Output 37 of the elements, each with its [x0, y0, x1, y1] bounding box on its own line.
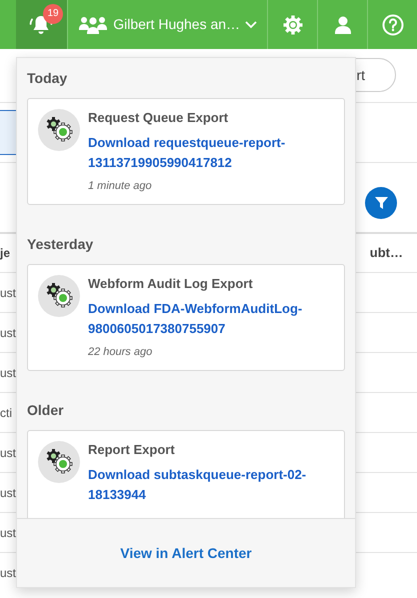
table-cell-text: ust [0, 324, 16, 342]
download-link[interactable]: Download requestqueue-report-13113719905990417812 [88, 133, 336, 173]
alert-center-link[interactable]: View in Alert Center [120, 542, 252, 564]
table-cell-text: ust [0, 564, 16, 582]
notification-card[interactable]: Webform Audit Log Export Download FDA-WebformAuditLog-9800605017380755907 22 hours ago [27, 264, 345, 371]
people-icon [78, 14, 108, 34]
gears-icon [38, 441, 80, 483]
table-cell-text: ust [0, 364, 16, 382]
table-cell-text: ust [0, 284, 16, 302]
notification-time: 22 hours ago [88, 345, 154, 360]
table-cell-text: ust [0, 524, 16, 542]
notification-time: 1 minute ago [88, 179, 153, 194]
chevron-down-icon [245, 20, 258, 28]
settings-icon [282, 14, 303, 34]
user-icon [334, 16, 351, 34]
column-header: je [0, 245, 10, 262]
notification-title: Webform Audit Log Export [88, 275, 254, 293]
notification-card[interactable]: Request Queue Export Download requestqueue-report-13113719905990417812 1 minute ago [27, 98, 345, 205]
notification-title: Request Queue Export [88, 109, 230, 127]
filter-icon [374, 196, 388, 208]
notifications-button[interactable]: 19 [16, 0, 67, 49]
gears-icon [38, 275, 80, 317]
table-cell-text: ust [0, 444, 16, 462]
notification-count-badge: 19 [43, 4, 63, 24]
help-icon [382, 14, 404, 36]
group-heading: Older [27, 401, 65, 419]
notification-card[interactable]: Report Export Download subtaskqueue-report-02-18133944 [27, 430, 345, 518]
download-link[interactable]: Download FDA-WebformAuditLog-9800605017380755907 [88, 299, 336, 339]
notification-title: Report Export [88, 441, 176, 459]
gears-icon [38, 109, 80, 151]
group-heading: Today [27, 69, 68, 87]
download-link[interactable]: Download subtaskqueue-report-02-18133944 [88, 465, 336, 505]
table-cell-text: cti [0, 404, 12, 422]
column-header: ubt… [370, 244, 404, 262]
group-heading: Yesterday [27, 235, 94, 253]
table-cell-text: ust [0, 484, 16, 502]
filter-button[interactable] [365, 186, 397, 218]
